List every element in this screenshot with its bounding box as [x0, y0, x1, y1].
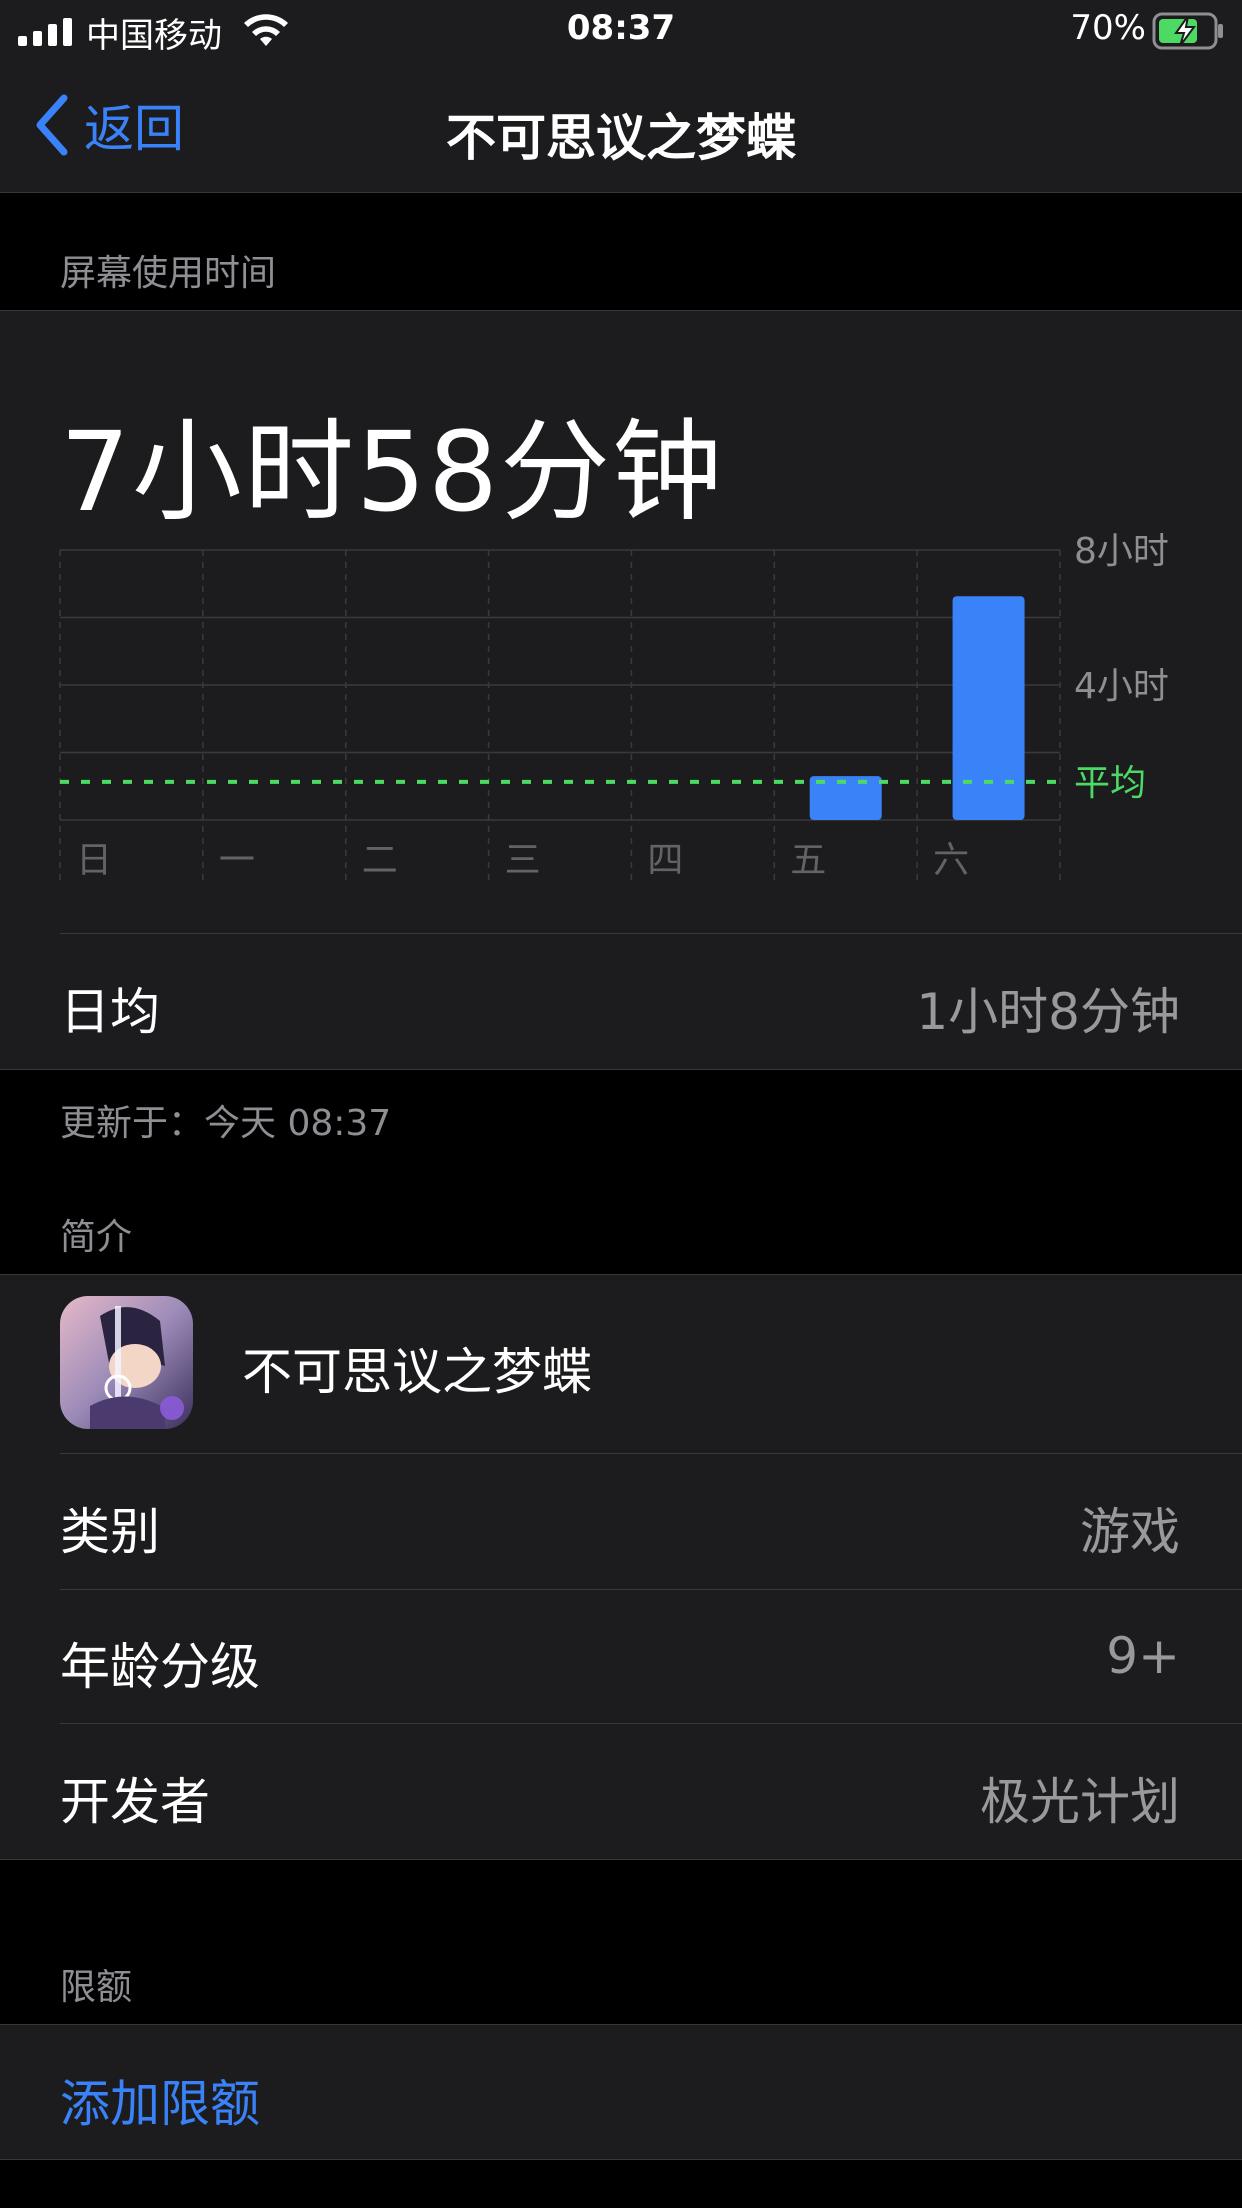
x-axis-day-label: 三: [505, 840, 541, 881]
category-value: 游戏: [1080, 1503, 1180, 1561]
x-axis-day-label: 六: [933, 840, 969, 881]
weekly-usage-chart: 平均 8小时 4小时日 一 二 三 四 五 六: [59, 531, 1169, 881]
x-axis-day-label: 四: [647, 840, 683, 881]
developer-label: 开发者: [60, 1773, 210, 1831]
y-axis-tick-label: 8小时: [1074, 531, 1169, 572]
section-header-screen-time: 屏幕使用时间: [60, 253, 277, 294]
daily-average-label: 日均: [60, 983, 160, 1041]
battery-charging-icon: [1152, 12, 1223, 50]
age-rating-label: 年龄分级: [60, 1638, 260, 1696]
developer-value: 极光计划: [980, 1773, 1180, 1831]
status-time: 08:37: [566, 8, 676, 48]
age-rating-value: 9+: [1106, 1627, 1180, 1685]
page-title: 不可思议之梦蝶: [446, 109, 796, 167]
x-axis-day-label: 日: [76, 840, 112, 881]
section-header-limits: 限额: [60, 1967, 133, 2008]
daily-average-value: 1小时8分钟: [916, 983, 1180, 1041]
section-header-about: 简介: [60, 1217, 133, 1258]
status-bar: 中国移动 08:37 70%: [0, 0, 1242, 60]
battery-percent: 70%: [1070, 8, 1146, 48]
total-screen-time: 7小时58分钟: [60, 408, 724, 536]
x-axis-day-label: 五: [790, 840, 826, 881]
x-axis-day-label: 一: [219, 840, 255, 881]
navigation-bar: 返回 不可思议之梦蝶: [0, 60, 1242, 193]
x-axis-day-label: 二: [362, 840, 398, 881]
average-label: 平均: [1074, 763, 1146, 804]
add-limit-button[interactable]: 添加限额: [60, 2064, 260, 2136]
app-name: 不可思议之梦蝶: [242, 1343, 592, 1401]
category-label: 类别: [60, 1503, 160, 1561]
updated-timestamp: 更新于：今天 08:37: [60, 1103, 392, 1144]
app-icon: [60, 1296, 193, 1429]
y-axis-tick-label: 4小时: [1074, 666, 1169, 707]
chart-bar: [952, 596, 1025, 820]
